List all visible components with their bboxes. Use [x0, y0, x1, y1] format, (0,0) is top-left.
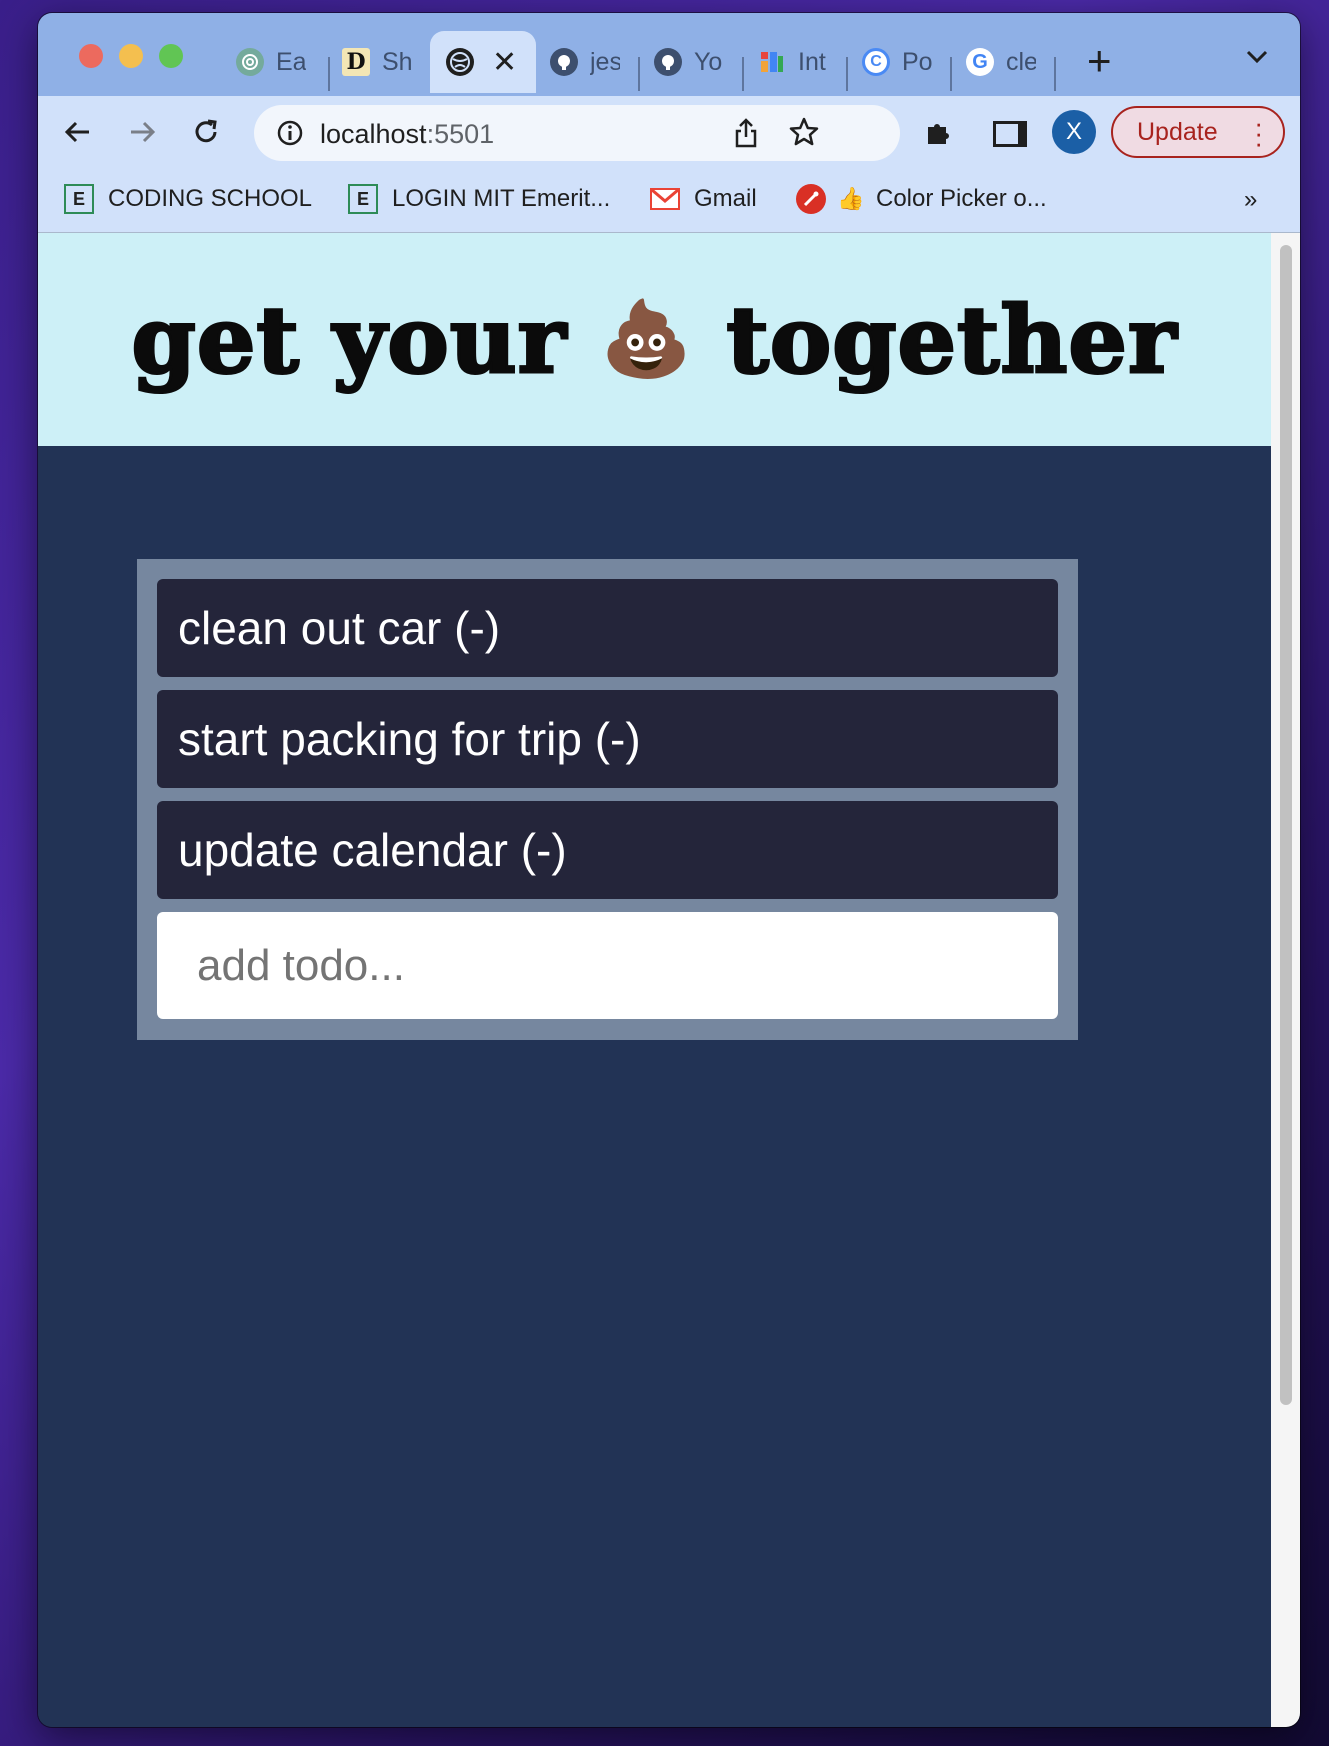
- google-icon: G: [966, 48, 994, 76]
- share-icon[interactable]: [732, 117, 760, 154]
- bookmark-login-mit[interactable]: E LOGIN MIT Emerit...: [348, 184, 610, 214]
- side-panel-icon[interactable]: [993, 121, 1027, 147]
- tab-active[interactable]: ✕: [430, 31, 536, 93]
- tab-4[interactable]: jes: [550, 31, 636, 93]
- tab-separator: [846, 57, 848, 91]
- tab-separator: [742, 57, 744, 91]
- browser-window: Ea D Sh ✕ jes Yo Int C Po G cle + localh…: [38, 13, 1300, 1727]
- forward-button[interactable]: [120, 110, 164, 154]
- bookmark-label: LOGIN MIT Emerit...: [392, 185, 611, 212]
- tab-2[interactable]: D Sh: [342, 31, 428, 93]
- update-label: Update: [1137, 117, 1218, 146]
- extensions-puzzle-icon[interactable]: [924, 117, 954, 152]
- tab-6[interactable]: Int: [758, 31, 844, 93]
- tab-title: Yo: [694, 47, 723, 76]
- tab-1[interactable]: Ea: [236, 31, 326, 93]
- close-tab-icon[interactable]: ✕: [492, 45, 517, 80]
- todo-list-panel: clean out car (-) start packing for trip…: [137, 559, 1078, 1040]
- poop-emoji-icon: 💩: [600, 295, 694, 382]
- colorful-logo-icon: [758, 48, 786, 76]
- update-button[interactable]: Update · · ·: [1111, 106, 1285, 158]
- bookmark-label: CODING SCHOOL: [108, 185, 313, 212]
- tab-separator: [1054, 57, 1056, 91]
- thumbs-up-icon: 👍: [837, 186, 865, 211]
- scrollbar-thumb[interactable]: [1280, 245, 1292, 1405]
- tab-separator: [638, 57, 640, 91]
- tab-search-chevron-icon[interactable]: [1245, 49, 1269, 70]
- tab-7[interactable]: C Po: [862, 31, 948, 93]
- page-title: get your 💩 together: [130, 284, 1178, 395]
- page-header: get your 💩 together: [38, 233, 1271, 446]
- tab-title: Sh: [382, 47, 412, 76]
- e-icon: E: [64, 184, 94, 214]
- openai-icon: [236, 48, 264, 76]
- bookmark-label: Gmail: [694, 185, 757, 212]
- d-logo-icon: D: [342, 48, 370, 76]
- close-window-button[interactable]: [79, 44, 103, 68]
- tab-strip: Ea D Sh ✕ jes Yo Int C Po G cle +: [38, 13, 1300, 96]
- github-icon: [654, 48, 682, 76]
- minimize-window-button[interactable]: [119, 44, 143, 68]
- maximize-window-button[interactable]: [159, 44, 183, 68]
- reload-button[interactable]: [184, 110, 228, 154]
- add-todo-input[interactable]: [157, 912, 1058, 1019]
- globe-icon: [446, 48, 474, 76]
- todo-item[interactable]: start packing for trip (-): [157, 690, 1058, 788]
- tab-title: Int: [798, 47, 826, 76]
- tab-separator: [328, 57, 330, 91]
- bookmark-star-icon[interactable]: [788, 116, 820, 153]
- tab-separator: [950, 57, 952, 91]
- tab-title: cle: [1006, 47, 1036, 76]
- todo-item[interactable]: update calendar (-): [157, 801, 1058, 899]
- url-text: localhost:5501: [320, 119, 495, 149]
- address-bar[interactable]: localhost:5501: [254, 105, 900, 161]
- bookmark-coding-school[interactable]: E CODING SCHOOL: [64, 184, 312, 214]
- tab-title: jes: [590, 47, 620, 76]
- tab-title: Ea: [276, 47, 306, 76]
- github-icon: [550, 48, 578, 76]
- bookmark-color-picker[interactable]: 👍 Color Picker o...: [796, 184, 1047, 214]
- bookmark-label: Color Picker o...: [876, 185, 1047, 212]
- bookmarks-overflow-button[interactable]: »: [1244, 186, 1257, 214]
- todo-item[interactable]: clean out car (-): [157, 579, 1058, 677]
- bookmarks-bar: E CODING SCHOOL E LOGIN MIT Emerit... Gm…: [38, 168, 1300, 233]
- tab-title: Po: [902, 47, 932, 76]
- site-info-icon[interactable]: [276, 119, 304, 152]
- gmail-icon: [650, 184, 680, 214]
- more-menu-icon[interactable]: · · ·: [1254, 110, 1263, 156]
- browser-toolbar: localhost:5501 X Update · · ·: [38, 96, 1300, 168]
- tab-8[interactable]: G cle: [966, 31, 1052, 93]
- color-dropper-icon: [796, 184, 826, 214]
- e-icon: E: [348, 184, 378, 214]
- c-logo-icon: C: [862, 48, 890, 76]
- bookmark-gmail[interactable]: Gmail: [650, 184, 757, 214]
- tab-5[interactable]: Yo: [654, 31, 740, 93]
- profile-avatar[interactable]: X: [1052, 110, 1096, 154]
- page-scrollbar[interactable]: [1271, 233, 1300, 1727]
- back-button[interactable]: [56, 110, 100, 154]
- web-page: get your 💩 together clean out car (-) st…: [38, 233, 1271, 1727]
- new-tab-button[interactable]: +: [1087, 40, 1112, 82]
